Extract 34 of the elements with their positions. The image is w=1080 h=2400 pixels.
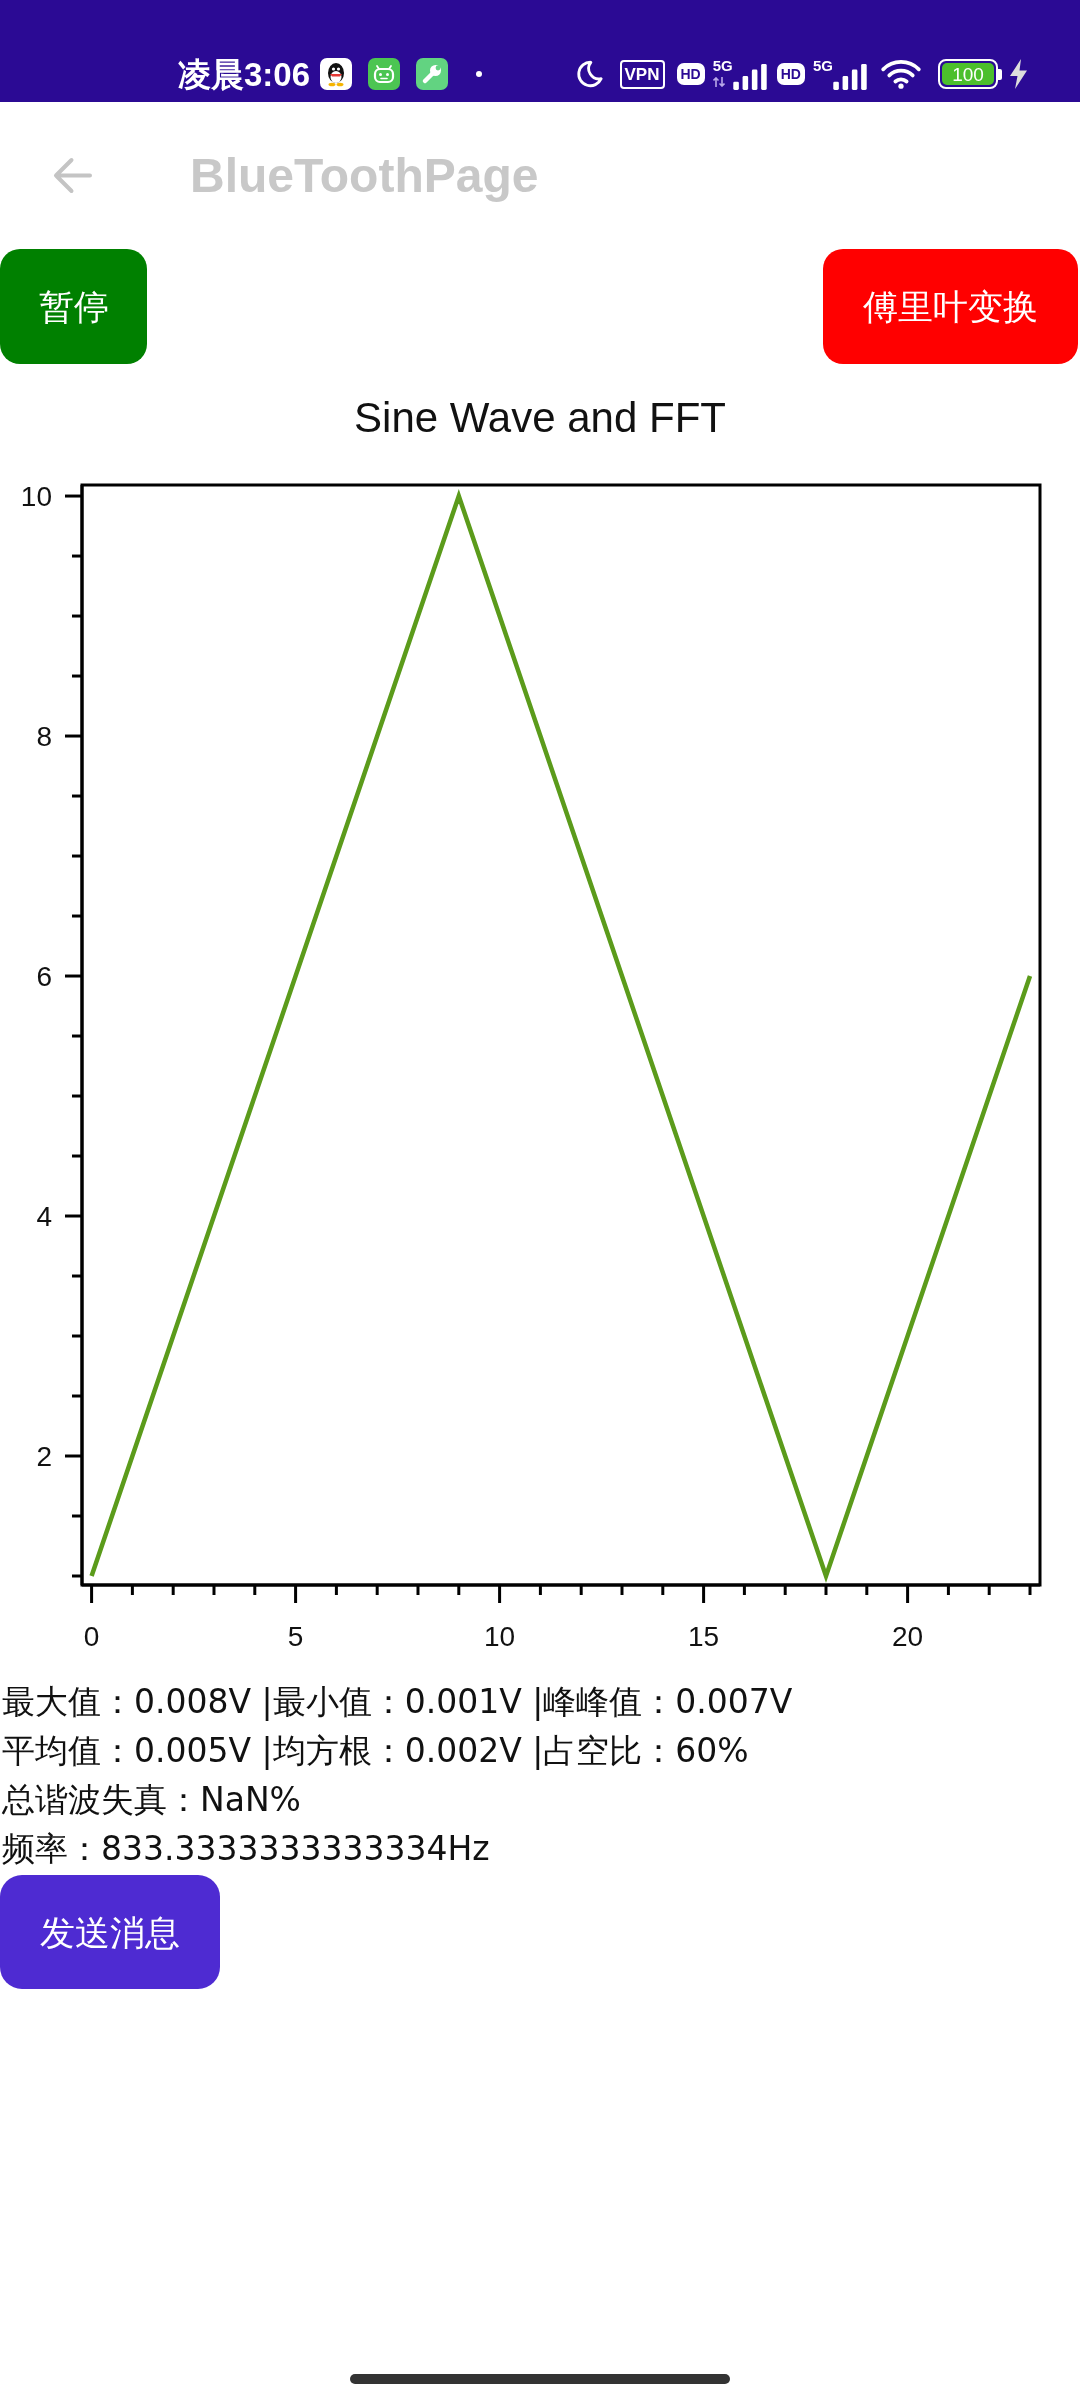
status-time: 凌晨3:06 [178,57,311,91]
home-indicator[interactable] [350,2374,730,2384]
tick-label: 8 [36,720,52,752]
measurement-text: 总谐波失真：NaN% [2,1779,302,1821]
back-icon[interactable] [52,155,93,196]
lightning-bolt-icon [1009,59,1028,89]
wifi-icon [880,59,922,89]
tick-label: 4 [36,1200,52,1232]
action-button[interactable]: 暂停 [0,249,147,364]
measurement-text: 平均值：0.005V |均方根：0.002V |占空比：60% [2,1730,750,1772]
chart-title: Sine Wave and FFT [354,394,726,442]
wrench-icon [416,58,449,90]
tick-label: 10 [484,1620,516,1652]
robot-icon [368,58,401,90]
penguin-icon [320,58,353,90]
action-button[interactable]: 傅里叶变换 [823,249,1078,364]
signal-icon [833,64,867,90]
hd-indicator: HD [776,63,805,85]
measurement-text: 频率：833.3333333333334Hz [2,1828,491,1870]
tick-label: 6 [36,960,52,992]
vpn-indicator: VPN [619,59,665,89]
network-type-label: 5G [712,58,733,73]
measurement-text: 最大值：0.008V |最小值：0.001V |峰峰值：0.007V [2,1681,794,1723]
tick-label: 20 [892,1620,924,1652]
network-type-label: 5G [813,58,833,73]
signal-icon [732,64,767,90]
tick-label: 15 [688,1620,720,1652]
tick-label: 2 [36,1440,52,1472]
battery-percentage: 100 [942,63,994,85]
tick-label: 10 [20,480,52,512]
tick-label: 0 [83,1620,100,1652]
send-message-button[interactable]: 发送消息 [0,1875,220,1989]
tick-label: 5 [287,1620,304,1652]
hd-indicator: HD [676,63,705,85]
